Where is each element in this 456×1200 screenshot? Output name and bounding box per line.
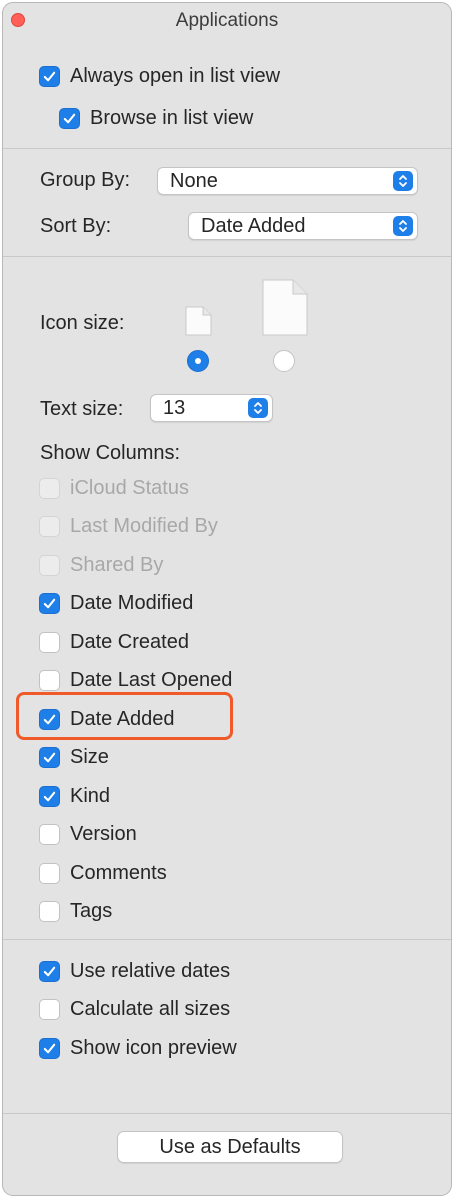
popup-arrows-icon: [393, 171, 413, 191]
text-size-label: Text size:: [40, 398, 124, 420]
column-option-last-modified-by: Last Modified By: [39, 512, 218, 540]
option-label: Use relative dates: [70, 959, 231, 982]
checkbox-unchecked-icon[interactable]: [39, 631, 60, 653]
show-columns-label: Show Columns:: [40, 442, 181, 464]
checkbox-checked-icon[interactable]: [39, 65, 60, 87]
popup-arrows-icon: [393, 216, 413, 236]
popup-arrows-icon: [248, 398, 268, 418]
option-label: Tags: [70, 899, 113, 922]
checkbox-unchecked-icon[interactable]: [39, 823, 60, 845]
option-label: Size: [70, 745, 109, 768]
sort-by-label: Sort By:: [40, 215, 112, 237]
option-label: Calculate all sizes: [70, 997, 231, 1020]
option-label: Last Modified By: [70, 514, 218, 537]
group-by-label: Group By:: [40, 169, 131, 191]
checkbox-checked-icon[interactable]: [39, 785, 60, 807]
option-label: Shared By: [70, 553, 164, 576]
checkbox-disabled-icon: [39, 554, 60, 576]
option-calculate-all-sizes[interactable]: Calculate all sizes: [39, 995, 230, 1023]
checkbox-unchecked-icon[interactable]: [39, 998, 60, 1020]
option-label: Kind: [70, 784, 111, 807]
checkbox-checked-icon[interactable]: [39, 746, 60, 768]
column-option-version[interactable]: Version: [39, 820, 137, 848]
option-use-relative-dates[interactable]: Use relative dates: [39, 957, 230, 985]
option-label: Show icon preview: [70, 1036, 237, 1059]
checkbox-disabled-icon: [39, 515, 60, 537]
view-options-window: Applications Always open in list view Br…: [2, 2, 452, 1196]
use-as-defaults-button[interactable]: Use as Defaults: [117, 1131, 343, 1163]
option-label: Comments: [70, 861, 167, 884]
text-size-popup[interactable]: 13: [150, 394, 273, 422]
group-by-value: None: [170, 170, 218, 192]
option-browse-list-view[interactable]: Browse in list view: [59, 104, 253, 132]
checkbox-checked-icon[interactable]: [39, 960, 60, 982]
column-option-size[interactable]: Size: [39, 743, 109, 771]
icon-size-small-radio[interactable]: [187, 350, 209, 372]
checkbox-checked-icon[interactable]: [39, 592, 60, 614]
large-document-icon: [262, 279, 308, 336]
separator: [3, 148, 451, 149]
column-option-comments[interactable]: Comments: [39, 859, 167, 887]
option-label: Date Created: [70, 630, 189, 653]
column-option-icloud-status: iCloud Status: [39, 474, 189, 502]
column-option-date-created[interactable]: Date Created: [39, 628, 189, 656]
option-label: Always open in list view: [70, 64, 281, 87]
option-label: Version: [70, 822, 137, 845]
checkbox-disabled-icon: [39, 477, 60, 499]
option-show-icon-preview[interactable]: Show icon preview: [39, 1034, 237, 1062]
sort-by-value: Date Added: [201, 215, 306, 237]
option-label: Browse in list view: [90, 106, 254, 129]
option-always-open-list-view[interactable]: Always open in list view: [39, 62, 280, 90]
checkbox-checked-icon[interactable]: [59, 107, 80, 129]
separator: [3, 939, 451, 940]
column-option-date-last-opened[interactable]: Date Last Opened: [39, 666, 232, 694]
icon-size-large-radio[interactable]: [273, 350, 295, 372]
title-bar: Applications: [3, 3, 451, 39]
column-option-date-modified[interactable]: Date Modified: [39, 589, 193, 617]
column-option-tags[interactable]: Tags: [39, 897, 112, 925]
checkbox-unchecked-icon[interactable]: [39, 900, 60, 922]
option-label: Date Last Opened: [70, 668, 233, 691]
separator: [3, 1113, 451, 1114]
icon-size-label: Icon size:: [40, 312, 125, 334]
date-added-highlight-box: [16, 692, 233, 740]
sort-by-popup[interactable]: Date Added: [188, 212, 418, 240]
option-label: iCloud Status: [70, 476, 189, 499]
checkbox-checked-icon[interactable]: [39, 1037, 60, 1059]
checkbox-unchecked-icon[interactable]: [39, 669, 60, 691]
text-size-value: 13: [163, 397, 186, 419]
separator: [3, 256, 451, 257]
small-document-icon: [185, 306, 212, 336]
checkbox-unchecked-icon[interactable]: [39, 862, 60, 884]
column-option-shared-by: Shared By: [39, 551, 163, 579]
group-by-popup[interactable]: None: [157, 167, 418, 195]
column-option-kind[interactable]: Kind: [39, 782, 110, 810]
option-label: Date Modified: [70, 591, 194, 614]
window-title: Applications: [175, 10, 279, 31]
